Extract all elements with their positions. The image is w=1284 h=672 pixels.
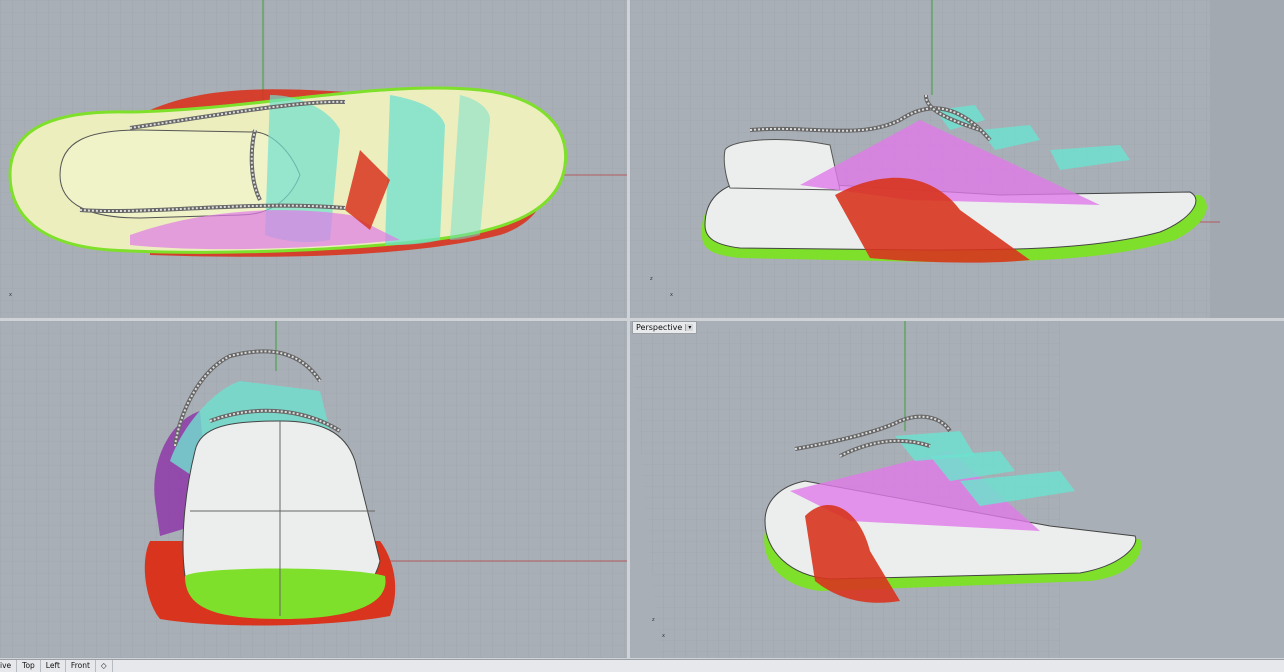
axis-z-label: z [652,617,655,623]
tab-front[interactable]: Front [66,660,96,672]
top-view-canvas [0,0,627,318]
left-view-canvas [0,321,627,658]
tab-left[interactable]: Left [41,660,66,672]
viewport-front[interactable]: z x [630,0,1284,318]
perspective-title-label: Perspective [636,323,683,332]
viewport-perspective[interactable]: Perspective ▾ z x [630,321,1284,658]
front-view-canvas [630,0,1284,318]
tab-top[interactable]: Top [17,660,41,672]
viewport-top[interactable]: x [0,0,627,318]
axis-x-label: x [9,292,12,298]
viewport-left[interactable] [0,321,627,658]
add-viewport-tab-icon[interactable]: ◇ [96,660,113,672]
axis-z-label: z [650,276,653,282]
axis-x-label: x [662,633,665,639]
chevron-down-icon[interactable]: ▾ [685,324,694,331]
axis-x-label: x [670,292,673,298]
perspective-viewport-title[interactable]: Perspective ▾ [632,321,698,334]
viewport-tab-bar: ive Top Left Front ◇ [0,659,1284,672]
shoe-top-view [8,86,568,257]
viewport-edge-region [1210,0,1284,318]
perspective-view-canvas [630,321,1284,658]
tab-perspective[interactable]: ive [0,660,18,672]
